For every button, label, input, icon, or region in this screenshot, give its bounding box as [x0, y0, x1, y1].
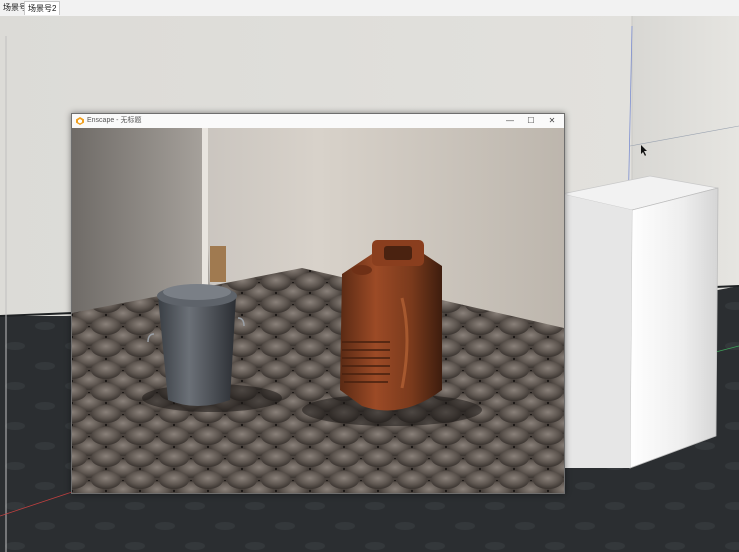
enscape-window[interactable]: Enscape - 无标题 — ☐ ✕	[71, 113, 565, 494]
maximize-button[interactable]: ☐	[521, 114, 541, 128]
close-button[interactable]: ✕	[542, 114, 562, 128]
scene-tab-bar: 场景号1 场景号2	[0, 0, 739, 17]
enscape-window-title: Enscape - 无标题	[87, 117, 142, 124]
enscape-titlebar[interactable]: Enscape - 无标题 — ☐ ✕	[72, 114, 564, 129]
render-scene	[72, 128, 564, 493]
minimize-button[interactable]: —	[500, 114, 520, 128]
scene-tab-2[interactable]: 场景号2	[24, 1, 61, 15]
enscape-logo-icon	[76, 117, 84, 125]
enscape-render-view[interactable]	[72, 128, 564, 493]
